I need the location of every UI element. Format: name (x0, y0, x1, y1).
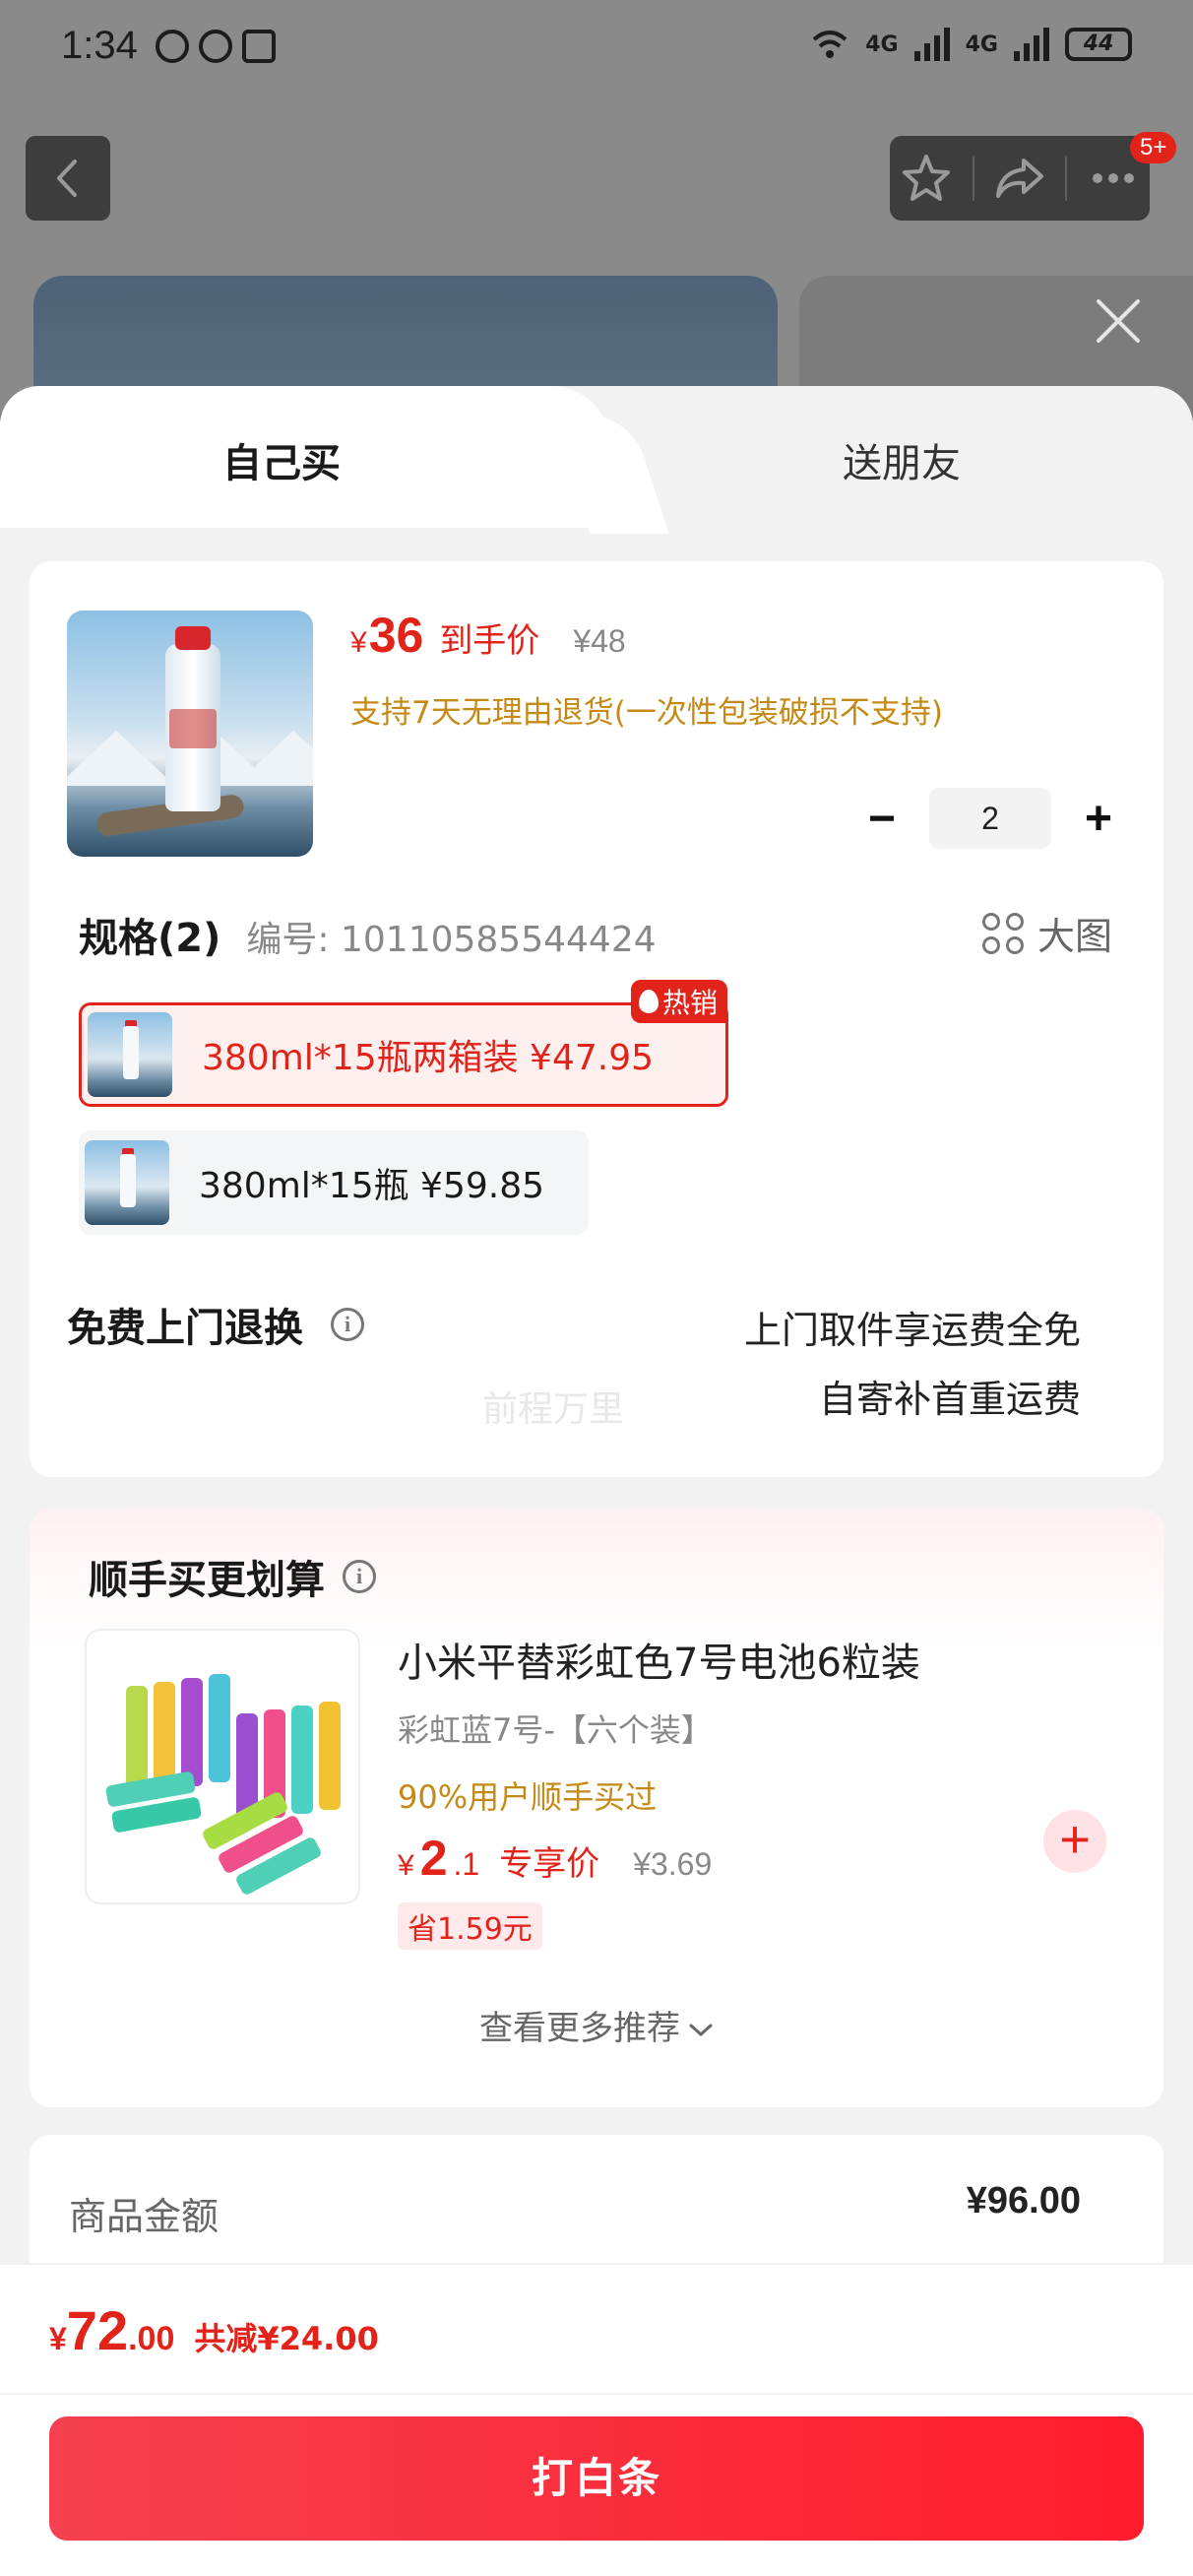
divider (972, 156, 974, 201)
hot-sale-badge: 热销 (630, 980, 727, 1023)
sku-option-selected[interactable]: 380ml*15瓶两箱装 ¥47.95 热销 (79, 980, 728, 1107)
battery-shape (181, 1678, 203, 1786)
status-bar: 1:34 4G 4G 44 (0, 0, 1193, 98)
product-image (67, 611, 313, 857)
battery-shape (291, 1706, 313, 1814)
purchase-tabs: 自己买 送朋友 (0, 386, 1193, 528)
price-row: ¥ 36 到手价 ¥48 (350, 607, 626, 664)
total-decimal: .00 (128, 2320, 175, 2357)
mountain-shape (234, 731, 313, 786)
back-button[interactable] (26, 136, 110, 221)
tab-self-buy-label[interactable]: 自己买 (222, 431, 341, 488)
spec-header: 规格(2) 编号: 10110585544424 (79, 906, 657, 963)
chevron-left-icon (57, 160, 77, 197)
close-icon[interactable] (1093, 295, 1144, 347)
more-icon[interactable] (1086, 151, 1141, 206)
background-page: 1:34 4G 4G 44 5+ (0, 0, 1193, 670)
flame-icon (638, 990, 659, 1013)
upsell-title-row: 顺手买更划算 i (89, 1548, 376, 1605)
big-image-label: 大图 (1036, 915, 1112, 958)
quantity-input[interactable]: 2 (929, 788, 1051, 849)
sku-option[interactable]: 380ml*15瓶 ¥59.85 (79, 1130, 589, 1235)
purchase-sheet: 自己买 送朋友 ¥ 36 到手价 ¥48 支持7天无理由退货(一次性包装破损不支… (0, 386, 1193, 2576)
more-recommendations-label: 查看更多推荐 (479, 2009, 680, 2048)
add-upsell-button[interactable]: + (1043, 1810, 1106, 1873)
sku-thumbnail (85, 1140, 169, 1225)
battery-shape (209, 1674, 230, 1782)
total-integer: 72 (66, 2299, 129, 2361)
hot-sale-label: 热销 (661, 987, 718, 1019)
big-image-button[interactable]: 大图 (981, 906, 1112, 960)
checkout-footer: ¥ 72 .00 共减¥24.00 打白条 (0, 2263, 1193, 2576)
upsell-price-decimal: .1 (453, 1846, 480, 1882)
signal-icon-2 (1014, 28, 1049, 61)
upsell-product-name[interactable]: 小米平替彩虹色7号电池6粒装 (398, 1631, 920, 1688)
sku-option-label: 380ml*15瓶 ¥59.85 (199, 1166, 544, 1206)
return-policy: 支持7天无理由退货(一次性包装破损不支持) (350, 695, 943, 731)
battery-shape (319, 1702, 341, 1810)
final-price: 36 (368, 608, 424, 663)
upsell-product-image[interactable] (85, 1629, 360, 1904)
network-label-a: 4G (865, 32, 899, 57)
upsell-variant[interactable]: 彩虹蓝7号-【六个装】 (398, 1706, 713, 1751)
free-return-title: 免费上门退换 (67, 1306, 303, 1351)
amount-value: ¥96.00 (966, 2180, 1081, 2222)
info-icon[interactable]: i (331, 1308, 364, 1341)
upsell-social-proof: 90%用户顺手买过 (398, 1778, 658, 1816)
signal-icon (913, 28, 950, 61)
upsell-price-label: 专享价 (499, 1844, 600, 1884)
upsell-price-integer: 2 (419, 1831, 448, 1886)
tab-gift-friend[interactable]: 送朋友 (843, 431, 961, 488)
status-indicator-icons (156, 30, 276, 63)
divider (0, 2393, 1193, 2395)
upsell-title: 顺手买更划算 (89, 1558, 325, 1603)
status-time: 1:34 (61, 24, 138, 67)
total-price: ¥ 72 .00 共减¥24.00 (49, 2298, 379, 2362)
baitiao-pay-button[interactable]: 打白条 (49, 2416, 1144, 2541)
total-discount: 共减¥24.00 (194, 2320, 379, 2357)
eye-icon (199, 30, 232, 63)
sku-option-label: 380ml*15瓶两箱装 ¥47.95 (202, 1038, 655, 1078)
spec-title: 规格(2) (79, 916, 221, 961)
wifi-icon (812, 31, 848, 58)
free-return-line-2: 自寄补首重运费 (818, 1378, 1081, 1421)
product-code: 编号: 10110585544424 (246, 920, 657, 960)
share-icon[interactable] (992, 151, 1047, 206)
status-right: 4G 4G 44 (810, 28, 1132, 61)
quantity-stepper: − 2 + (854, 788, 1126, 849)
original-price: ¥48 (573, 623, 626, 659)
final-price-label: 到手价 (439, 621, 540, 661)
upsell-original-price: ¥3.69 (633, 1846, 713, 1882)
network-label-b: 4G (965, 32, 998, 57)
info-icon[interactable]: i (343, 1560, 376, 1593)
divider (1065, 156, 1068, 201)
speed-icon (156, 30, 189, 63)
price-currency: ¥ (350, 626, 367, 659)
battery-icon: 44 (1065, 28, 1132, 61)
increase-button[interactable]: + (1071, 791, 1126, 846)
grid-icon (981, 912, 1024, 954)
cap-shape (175, 626, 211, 650)
chevron-down-icon (689, 2024, 713, 2036)
upsell-savings-badge: 省1.59元 (398, 1902, 542, 1950)
product-card: ¥ 36 到手价 ¥48 支持7天无理由退货(一次性包装破损不支持) − 2 +… (30, 561, 1163, 1477)
total-currency: ¥ (49, 2321, 67, 2356)
free-return-line-1: 上门取件享运费全免 (743, 1309, 1081, 1352)
label-shape (169, 709, 217, 748)
amount-label: 商品金额 (69, 2195, 220, 2238)
upsell-price-currency: ¥ (398, 1849, 414, 1882)
sku-thumbnail (88, 1012, 172, 1097)
free-return-note: 上门取件享运费全免 自寄补首重运费 (744, 1296, 1081, 1434)
watermark: 前程万里 (482, 1389, 625, 1430)
upsell-card: 顺手买更划算 i 小米平替彩虹色7号电池6粒装 彩虹蓝7号-【六个装】 90%用… (30, 1509, 1163, 2107)
battery-shape (126, 1686, 148, 1794)
message-badge: 5+ (1130, 132, 1177, 163)
upsell-price-row: ¥ 2 .1 专享价 ¥3.69 (398, 1830, 712, 1887)
decrease-button[interactable]: − (854, 791, 910, 846)
nav-action-group (890, 136, 1150, 221)
free-return-row: 免费上门退换 i (67, 1296, 364, 1353)
star-icon[interactable] (899, 151, 954, 206)
nfc-icon (242, 30, 276, 63)
more-recommendations-button[interactable]: 查看更多推荐 (30, 2001, 1163, 2049)
